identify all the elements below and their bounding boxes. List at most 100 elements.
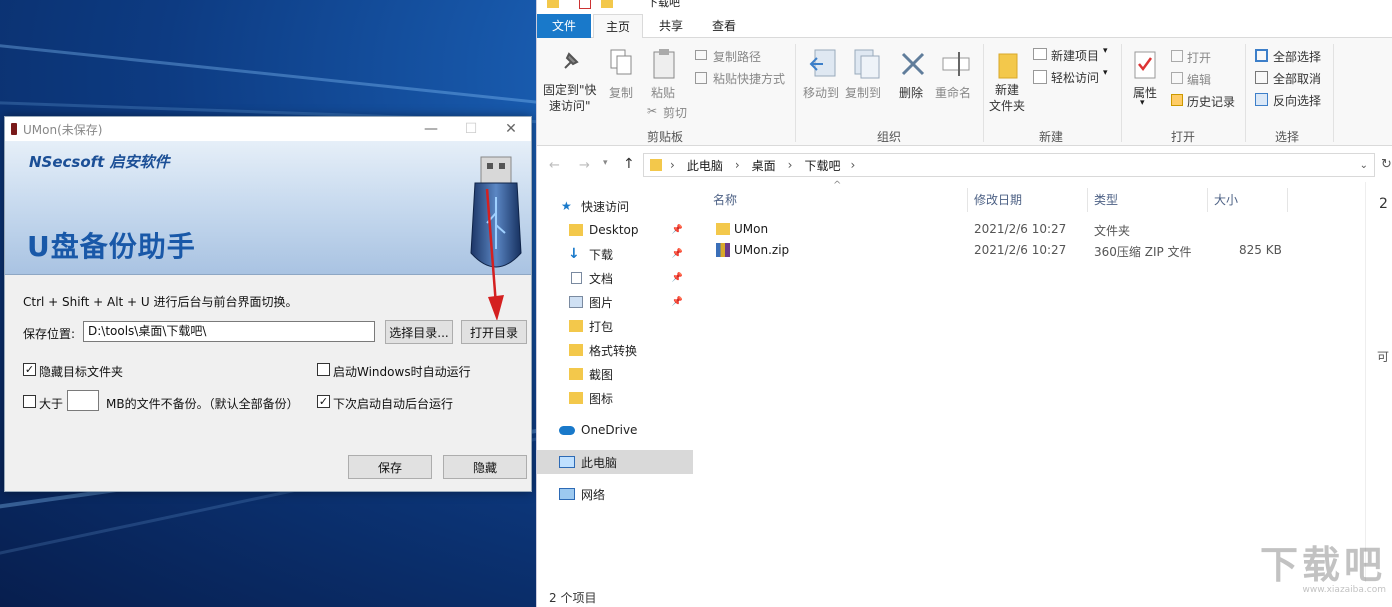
close-button[interactable]: ✕ bbox=[491, 117, 531, 141]
chevron-down-icon: ▾ bbox=[1103, 46, 1108, 56]
group-separator bbox=[795, 44, 796, 142]
download-icon: ↓ bbox=[568, 246, 580, 262]
column-date[interactable]: 修改日期 bbox=[974, 188, 1022, 212]
copy-path-button[interactable]: 复制路径 bbox=[713, 48, 761, 65]
nav-label: 下载 bbox=[589, 247, 614, 262]
new-folder-icon[interactable] bbox=[601, 0, 613, 8]
file-type: 文件夹 bbox=[1094, 224, 1131, 238]
status-bar: 2 个项目 bbox=[549, 591, 597, 605]
address-dropdown-icon[interactable]: ⌄ bbox=[1360, 160, 1368, 171]
nav-download[interactable]: ↓ 下载 📌 bbox=[537, 242, 693, 266]
file-row[interactable]: UMon.zip 2021/2/6 10:27 360压缩 ZIP 文件 825… bbox=[707, 240, 1287, 261]
hotkey-hint: Ctrl + Shift + Alt + U 进行后台与前台界面切换。 bbox=[23, 295, 298, 309]
column-size[interactable]: 大小 bbox=[1214, 188, 1238, 212]
copy-button[interactable]: 复制 bbox=[609, 84, 633, 101]
choose-dir-button[interactable]: 选择目录... bbox=[385, 320, 453, 344]
pin-icon: 📌 bbox=[671, 249, 683, 259]
copy-path-icon bbox=[695, 50, 707, 60]
refresh-icon[interactable]: ↻ bbox=[1381, 157, 1392, 172]
maximize-button[interactable]: ☐ bbox=[451, 117, 491, 141]
pin-icon: 📌 bbox=[671, 273, 683, 283]
paste-shortcut-icon bbox=[695, 72, 707, 84]
file-size: 825 KB bbox=[1239, 243, 1282, 257]
save-button[interactable]: 保存 bbox=[348, 455, 432, 479]
properties-icon bbox=[1134, 51, 1156, 79]
size-limit-checkbox[interactable] bbox=[23, 395, 36, 408]
folder-icon bbox=[569, 368, 583, 380]
open-button[interactable]: 打开 bbox=[1187, 49, 1211, 66]
new-folder-button[interactable]: 新建 文件夹 bbox=[989, 82, 1025, 114]
navigation-pane: ★ 快速访问 Desktop 📌 ↓ 下载 📌 文档 📌 图片 📌 打包 格式转… bbox=[537, 186, 697, 586]
nav-folder-pack[interactable]: 打包 bbox=[537, 314, 693, 338]
history-button[interactable]: 历史记录 bbox=[1187, 93, 1235, 110]
bg-run-checkbox[interactable]: ✓ bbox=[317, 395, 330, 408]
forward-arrow-icon[interactable]: → bbox=[579, 158, 590, 173]
copy-to-button[interactable]: 复制到 bbox=[845, 84, 881, 101]
umon-banner: NSecsoft 启安软件 U盘备份助手 bbox=[5, 141, 531, 275]
file-row[interactable]: UMon 2021/2/6 10:27 文件夹 bbox=[707, 219, 1287, 240]
address-bar[interactable]: › 此电脑 › 桌面 › 下载吧 › ⌄ bbox=[643, 153, 1375, 177]
autostart-checkbox[interactable] bbox=[317, 363, 330, 376]
tab-share[interactable]: 共享 bbox=[645, 14, 697, 38]
folder-icon bbox=[716, 223, 730, 235]
column-separator bbox=[1207, 188, 1208, 212]
paste-shortcut-button[interactable]: 粘贴快捷方式 bbox=[713, 70, 785, 87]
edit-button[interactable]: 编辑 bbox=[1187, 71, 1211, 88]
folder-icon[interactable] bbox=[547, 0, 559, 8]
new-item-button[interactable]: 新建项目 bbox=[1051, 47, 1099, 64]
properties-icon[interactable] bbox=[579, 0, 591, 9]
back-arrow-icon[interactable]: ← bbox=[549, 158, 560, 173]
invert-select-button[interactable]: 反向选择 bbox=[1273, 92, 1321, 109]
nav-desktop[interactable]: Desktop 📌 bbox=[537, 218, 693, 242]
column-separator bbox=[1287, 188, 1288, 212]
nav-quick-access[interactable]: ★ 快速访问 bbox=[537, 194, 693, 218]
minimize-button[interactable]: — bbox=[411, 117, 451, 141]
nav-this-pc[interactable]: 此电脑 bbox=[537, 450, 693, 474]
nav-folder-screenshot[interactable]: 截图 bbox=[537, 362, 693, 386]
select-all-button[interactable]: 全部选择 bbox=[1273, 48, 1321, 65]
nav-onedrive[interactable]: OneDrive bbox=[537, 418, 693, 442]
select-none-button[interactable]: 全部取消 bbox=[1273, 70, 1321, 87]
group-separator bbox=[1121, 44, 1122, 142]
recent-dropdown-icon[interactable]: ▾ bbox=[603, 158, 608, 168]
file-name: UMon.zip bbox=[734, 243, 790, 257]
cut-button[interactable]: 剪切 bbox=[663, 104, 687, 121]
properties-button[interactable]: 属性 bbox=[1133, 84, 1157, 101]
nav-network[interactable]: 网络 bbox=[537, 482, 693, 506]
breadcrumb-separator: › bbox=[734, 158, 740, 172]
nav-label: Desktop bbox=[589, 223, 639, 237]
paste-button[interactable]: 粘贴 bbox=[651, 84, 675, 101]
tab-view[interactable]: 查看 bbox=[699, 14, 749, 38]
size-limit-input[interactable] bbox=[67, 390, 99, 411]
annotation-arrow bbox=[485, 188, 504, 321]
rename-button[interactable]: 重命名 bbox=[935, 84, 971, 101]
chevron-down-icon: ▾ bbox=[1103, 68, 1108, 78]
hide-folder-checkbox[interactable]: ✓ bbox=[23, 363, 36, 376]
preview-text: 可 bbox=[1377, 350, 1390, 364]
column-type[interactable]: 类型 bbox=[1094, 188, 1118, 212]
up-arrow-icon[interactable]: ↑ bbox=[623, 156, 635, 172]
easy-access-button[interactable]: 轻松访问 bbox=[1051, 69, 1099, 86]
tab-home[interactable]: 主页 bbox=[593, 14, 643, 39]
open-dir-button[interactable]: 打开目录 bbox=[461, 320, 527, 344]
scissors-icon: ✂ bbox=[647, 104, 658, 118]
tab-file[interactable]: 文件 bbox=[537, 14, 591, 38]
breadcrumb-this-pc[interactable]: 此电脑 bbox=[687, 157, 723, 174]
nav-documents[interactable]: 文档 📌 bbox=[537, 266, 693, 290]
breadcrumb-separator: › bbox=[670, 158, 675, 172]
breadcrumb-desktop[interactable]: 桌面 bbox=[752, 157, 776, 174]
move-to-button[interactable]: 移动到 bbox=[803, 84, 839, 101]
nav-pictures[interactable]: 图片 📌 bbox=[537, 290, 693, 314]
file-type: 360压缩 ZIP 文件 bbox=[1094, 245, 1192, 259]
nav-folder-icons[interactable]: 图标 bbox=[537, 386, 693, 410]
pin-quick-access-button[interactable]: 固定到"快 速访问" bbox=[543, 82, 597, 114]
nav-label: 此电脑 bbox=[581, 455, 618, 470]
pin-icon: 📌 bbox=[671, 297, 683, 307]
nav-folder-convert[interactable]: 格式转换 bbox=[537, 338, 693, 362]
save-location-input[interactable]: D:\tools\桌面\下载吧\ bbox=[83, 321, 375, 342]
hide-button[interactable]: 隐藏 bbox=[443, 455, 527, 479]
watermark-text: 下载吧 bbox=[1259, 543, 1386, 587]
column-name[interactable]: 名称 bbox=[713, 188, 737, 212]
breadcrumb-download[interactable]: 下载吧 bbox=[804, 157, 840, 174]
delete-button[interactable]: 删除 bbox=[899, 84, 923, 101]
